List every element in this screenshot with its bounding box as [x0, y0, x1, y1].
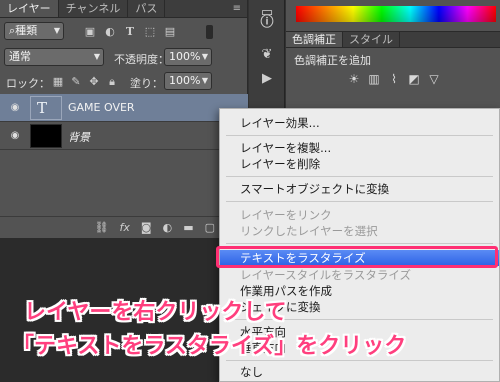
- eye-icon[interactable]: ◉: [9, 102, 21, 114]
- chevron-down-icon: ▼: [201, 76, 208, 85]
- menu-item-layer-effects[interactable]: レイヤー効果...: [220, 115, 499, 131]
- filter-text-icon[interactable]: T: [124, 26, 136, 38]
- menu-item-none[interactable]: なし: [220, 364, 499, 380]
- layer-name[interactable]: 背景: [68, 129, 90, 145]
- text-layer-glyph: T: [37, 99, 48, 117]
- lock-image-icon[interactable]: ✎: [70, 76, 82, 88]
- menu-separator: [226, 201, 493, 202]
- menu-item-delete-layer[interactable]: レイヤーを削除: [220, 156, 499, 172]
- menu-item-link-layers: レイヤーをリンク: [240, 208, 332, 222]
- layer-row-game-over[interactable]: ◉ T GAME OVER: [0, 94, 248, 122]
- filter-pixel-icon[interactable]: ▣: [84, 26, 96, 38]
- levels-icon[interactable]: ▥: [366, 72, 382, 86]
- fx-icon[interactable]: fx: [120, 221, 130, 234]
- layer-name[interactable]: GAME OVER: [68, 101, 135, 114]
- lock-label: ロック：: [6, 77, 50, 90]
- layers-tabbar: レイヤー チャンネル パス ≡: [0, 0, 247, 18]
- adjustment-layer-icon[interactable]: ◐: [163, 221, 173, 234]
- folder-icon[interactable]: ▬: [183, 221, 193, 234]
- brush-icon[interactable]: ❦: [258, 46, 276, 64]
- filter-smartobject-icon[interactable]: ▤: [164, 26, 176, 38]
- blend-mode-dropdown[interactable]: 通常 ▼: [4, 48, 104, 66]
- annotation-line-2: 「テキストをラスタライズ」をクリック: [12, 334, 407, 359]
- layers-bottom-bar: ⛓ fx ◙ ◐ ▬ ▢ 🗑︎: [0, 216, 248, 238]
- eye-icon[interactable]: ◉: [9, 130, 21, 142]
- opacity-field[interactable]: 100% ▼: [164, 48, 212, 66]
- menu-item-duplicate-layer[interactable]: レイヤーを複製...: [220, 140, 499, 156]
- brightness-icon[interactable]: ☀: [346, 72, 362, 86]
- menu-item-select-linked: リンクしたレイヤーを選択: [240, 224, 378, 238]
- highlight-callout-box: [216, 246, 498, 268]
- tab-layers[interactable]: レイヤー: [0, 0, 59, 17]
- vibrance-icon[interactable]: ▽: [426, 72, 442, 86]
- link-layers-icon[interactable]: ⛓: [95, 221, 109, 234]
- filter-shape-icon[interactable]: ⬚: [144, 26, 156, 38]
- menu-item-rasterize-layer-style: レイヤースタイルをラスタライズ: [240, 268, 412, 282]
- panel-menu-icon[interactable]: ≡: [233, 3, 241, 14]
- menu-item-convert-smart-object[interactable]: スマートオブジェクトに変換: [220, 181, 499, 197]
- actions-icon[interactable]: ▶: [258, 70, 276, 88]
- menu-separator: [226, 176, 493, 177]
- info-icon[interactable]: ⓘ: [258, 14, 276, 32]
- tab-styles[interactable]: スタイル: [343, 32, 400, 47]
- filter-adjustment-icon[interactable]: ◐: [104, 26, 116, 38]
- lock-transparent-icon[interactable]: ▦: [52, 76, 64, 88]
- menu-separator: [226, 135, 493, 136]
- color-spectrum[interactable]: [296, 6, 496, 22]
- layer-row-background[interactable]: ◉ 背景 🔒︎: [0, 122, 248, 150]
- exposure-icon[interactable]: ◩: [406, 72, 422, 86]
- text-layer-thumbnail: T: [30, 96, 62, 120]
- filter-kind-value: 種類: [15, 24, 38, 37]
- lock-position-icon[interactable]: ✥: [88, 76, 100, 88]
- tab-channels[interactable]: チャンネル: [59, 0, 129, 17]
- new-layer-icon[interactable]: ▢: [205, 221, 215, 234]
- opacity-label: 不透明度：: [114, 53, 169, 66]
- annotation-line-1: レイヤーを右クリックして: [24, 300, 287, 325]
- menu-separator: [226, 243, 493, 244]
- adjustments-title: 色調補正を追加: [294, 54, 371, 67]
- menu-separator: [226, 360, 493, 361]
- chevron-down-icon: ▼: [201, 52, 208, 61]
- background-layer-thumbnail: [30, 124, 62, 148]
- adjustments-tabbar: 色調補正 スタイル: [286, 31, 500, 48]
- lock-all-icon[interactable]: 🔒︎: [106, 76, 118, 88]
- filter-kind-dropdown[interactable]: ⌕種類 ▼: [4, 22, 64, 40]
- chevron-down-icon: ▼: [93, 52, 100, 61]
- opacity-value: 100%: [169, 50, 201, 63]
- tab-paths[interactable]: パス: [128, 0, 166, 17]
- chevron-down-icon: ▼: [53, 26, 60, 35]
- curves-icon[interactable]: ⌇: [386, 72, 402, 86]
- fill-field[interactable]: 100% ▼: [164, 72, 212, 90]
- filter-toggle-icon[interactable]: [206, 25, 213, 39]
- tab-adjustments[interactable]: 色調補正: [286, 32, 343, 47]
- fill-label: 塗り：: [130, 77, 163, 90]
- blend-mode-value: 通常: [9, 50, 31, 63]
- layer-mask-icon[interactable]: ◙: [141, 221, 152, 234]
- fill-value: 100%: [169, 74, 201, 87]
